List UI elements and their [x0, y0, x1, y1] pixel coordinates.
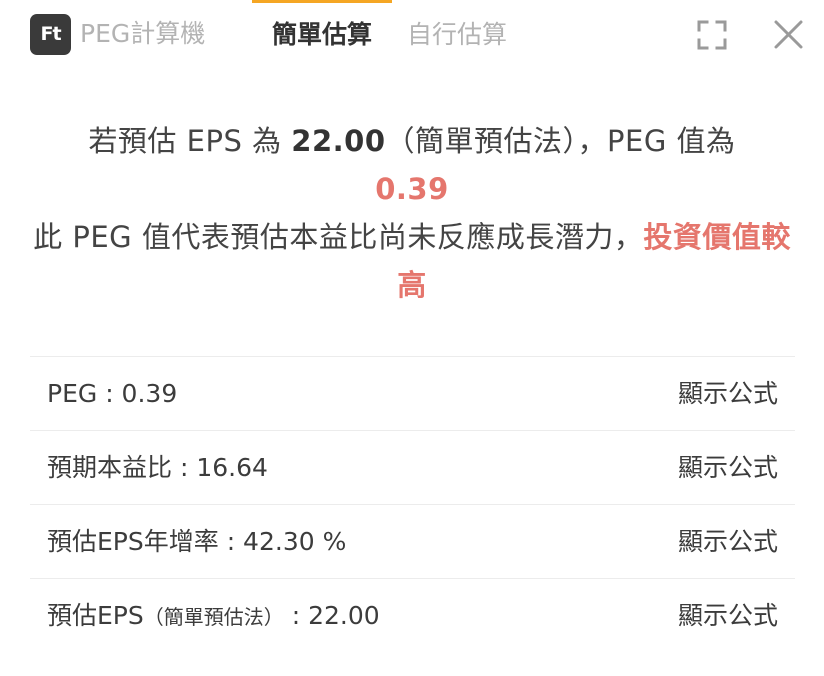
header-bar: Ft PEG計算機 簡單估算 自行估算 — [0, 0, 824, 70]
list-item-forward-pe: 預期本益比 : 16.64 顯示公式 — [30, 431, 795, 505]
eps-value: 22.00 — [291, 124, 386, 158]
result-message: 若預估 EPS 為 22.00（簡單預估法），PEG 值為 0.39 此 PEG… — [20, 117, 804, 309]
tab-custom-estimate-label: 自行估算 — [407, 20, 508, 49]
estimated-eps-label-value: : 22.00 — [283, 601, 380, 630]
show-formula-button-estimated-eps[interactable]: 顯示公式 — [678, 579, 778, 652]
estimated-eps-label-main: 預估EPS — [47, 601, 144, 630]
list-item-eps-growth: 預估EPS年增率 : 42.30 % 顯示公式 — [30, 505, 795, 579]
peg-row-label: PEG : 0.39 — [47, 379, 178, 408]
show-formula-button-eps-growth[interactable]: 顯示公式 — [678, 505, 778, 578]
detail-list: PEG : 0.39 顯示公式 預期本益比 : 16.64 顯示公式 預估EPS… — [30, 356, 795, 652]
estimated-eps-row-label: 預估EPS（簡單預估法） : 22.00 — [47, 579, 380, 654]
close-icon[interactable] — [773, 19, 804, 50]
message-line-conclusion: 此 PEG 值代表預估本益比尚未反應成長潛力，投資價值較高 — [20, 213, 804, 309]
app-title: PEG計算機 — [80, 19, 206, 48]
list-item-peg: PEG : 0.39 顯示公式 — [30, 357, 795, 431]
tab-simple-estimate[interactable]: 簡單估算 — [252, 0, 392, 70]
list-item-estimated-eps: 預估EPS（簡單預估法） : 22.00 顯示公式 — [30, 579, 795, 652]
message-prefix: 若預估 EPS 為 — [88, 124, 292, 158]
tab-simple-estimate-label: 簡單估算 — [271, 20, 372, 49]
estimate-method: （簡單預估法） — [385, 124, 578, 158]
message-line-peg: 0.39 — [20, 165, 804, 213]
conclusion-text: 此 PEG 值代表預估本益比尚未反應成長潛力， — [33, 220, 644, 254]
peg-value: 0.39 — [375, 172, 449, 206]
expand-icon[interactable] — [697, 20, 727, 50]
active-tab-indicator — [252, 0, 392, 3]
eps-growth-row-label: 預估EPS年增率 : 42.30 % — [47, 527, 347, 556]
show-formula-button-forward-pe[interactable]: 顯示公式 — [678, 431, 778, 504]
peg-label: ，PEG 值為 — [577, 124, 736, 158]
app-logo: Ft — [30, 14, 71, 55]
estimated-eps-label-note: （簡單預估法） — [143, 605, 284, 629]
message-line-eps: 若預估 EPS 為 22.00（簡單預估法），PEG 值為 — [20, 117, 804, 165]
forward-pe-row-label: 預期本益比 : 16.64 — [47, 453, 268, 482]
tab-custom-estimate[interactable]: 自行估算 — [407, 0, 519, 70]
show-formula-button-peg[interactable]: 顯示公式 — [678, 357, 778, 430]
